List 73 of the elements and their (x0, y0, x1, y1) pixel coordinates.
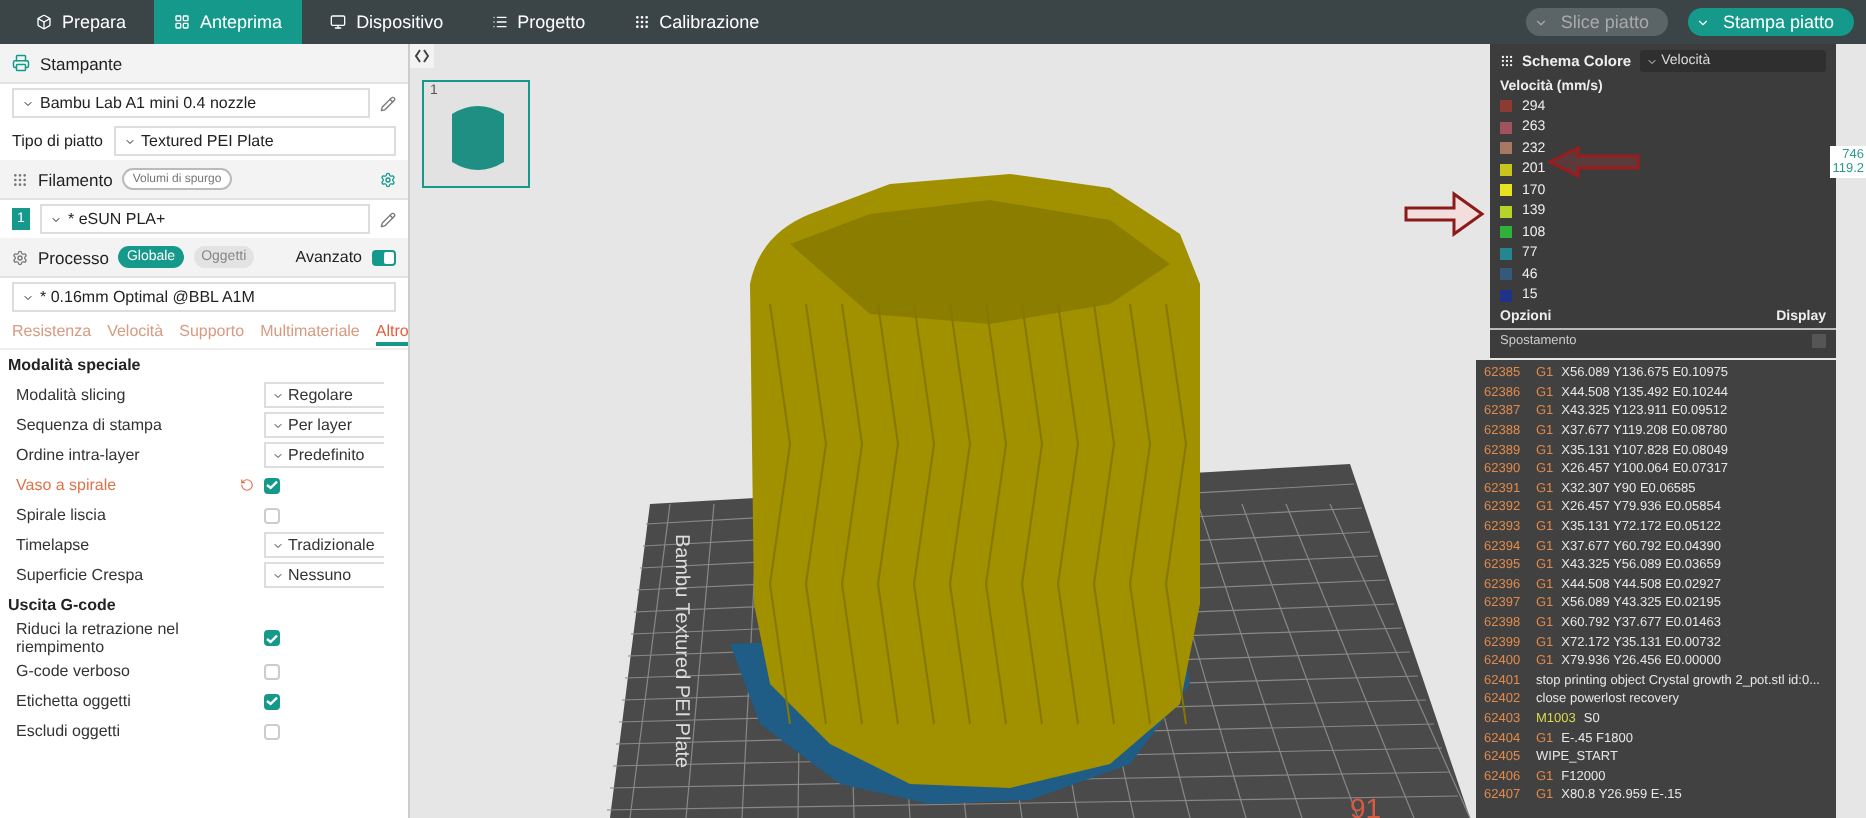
group-title: Uscita G-code (6, 594, 118, 618)
checkbox[interactable] (264, 477, 280, 493)
checkbox[interactable] (264, 723, 280, 739)
nav-tab[interactable]: Anteprima (154, 0, 303, 44)
setting-label: G-code verboso (16, 662, 132, 680)
filament-dropdown[interactable]: * eSUN PLA+ (40, 204, 370, 234)
advanced-switch[interactable] (372, 249, 396, 265)
settings-tab[interactable]: Altro (375, 319, 408, 345)
settings-icon (12, 249, 28, 265)
vase-icon (448, 102, 508, 174)
caret-icon (1645, 55, 1658, 67)
checkbox[interactable] (264, 663, 280, 679)
checkbox[interactable] (264, 507, 280, 523)
nav-tab[interactable]: Calibrazione (613, 0, 780, 44)
setting-label: Ordine intra-layer (16, 446, 142, 464)
setting-dropdown[interactable]: Regolare (264, 382, 384, 408)
caret-icon (272, 539, 284, 551)
settings-icon[interactable] (380, 171, 396, 187)
setting-dropdown[interactable]: Per layer (264, 412, 384, 438)
caret-icon (272, 389, 284, 401)
caret-icon (22, 291, 34, 303)
caret-icon (50, 213, 62, 225)
caret-icon (1534, 15, 1549, 29)
group-title: Modalità speciale (6, 354, 143, 378)
caret-icon (272, 569, 284, 581)
caret-icon (272, 449, 284, 461)
checkbox[interactable] (1812, 334, 1826, 348)
field-label: Tipo di piatto (12, 132, 104, 150)
grip-icon (1500, 54, 1514, 68)
switch-label: Avanzato (295, 248, 362, 266)
setting-label: Etichetta oggetti (16, 692, 133, 710)
caret-icon (123, 135, 136, 147)
checkbox[interactable] (264, 693, 280, 709)
setting-label: Spirale liscia (16, 506, 108, 524)
setting-dropdown[interactable]: Nessuno (264, 562, 384, 588)
caret-icon (22, 97, 34, 109)
grip-icon (12, 171, 28, 187)
annotation-arrow (1404, 191, 1485, 237)
setting-label: Superficie Crespa (16, 566, 146, 584)
monitor-icon (330, 14, 347, 30)
edit-icon[interactable] (380, 211, 396, 227)
setting-label: Vaso a spirale (16, 476, 119, 494)
plate-dropdown[interactable]: Textured PEI Plate (113, 126, 396, 156)
list-icon (491, 14, 508, 30)
collapse-button[interactable] (410, 44, 434, 68)
setting-label: Modalità slicing (16, 386, 128, 404)
section-title: Processo (38, 247, 109, 267)
printer-dropdown[interactable]: Bambu Lab A1 mini 0.4 nozzle (12, 88, 370, 118)
annotation-arrow (1546, 146, 1642, 178)
section-title: Filamento (38, 169, 113, 189)
section-title: Stampante (40, 53, 123, 73)
nav-tab[interactable]: Prepara (16, 0, 147, 44)
setting-dropdown[interactable]: Tradizionale (264, 532, 384, 558)
grip-icon (633, 14, 650, 30)
box-icon (36, 14, 52, 30)
plate-label: Bambu Textured PEI Plate (670, 534, 692, 769)
grid-icon (174, 14, 191, 30)
setting-label: Escludi oggetti (16, 722, 123, 740)
caret-icon (272, 419, 284, 431)
setting-label: Sequenza di stampa (16, 416, 164, 434)
setting-label: Riduci la retrazione nel riempimento (16, 620, 181, 656)
nav-tab[interactable]: Dispositivo (310, 0, 464, 44)
slice-button[interactable]: Stampa piatto (1688, 8, 1854, 36)
edit-icon[interactable] (380, 95, 396, 111)
plate-number: 91 (1350, 792, 1382, 818)
printer-icon (12, 54, 30, 72)
preset-dropdown[interactable]: * 0.16mm Optimal @BBL A1M (12, 282, 396, 312)
nav-tab[interactable]: Progetto (471, 0, 606, 44)
caret-icon (1696, 15, 1711, 29)
reset-icon[interactable] (240, 478, 254, 492)
setting-dropdown[interactable]: Predefinito (264, 442, 384, 468)
setting-label: Timelapse (16, 536, 92, 554)
checkbox[interactable] (264, 630, 280, 646)
